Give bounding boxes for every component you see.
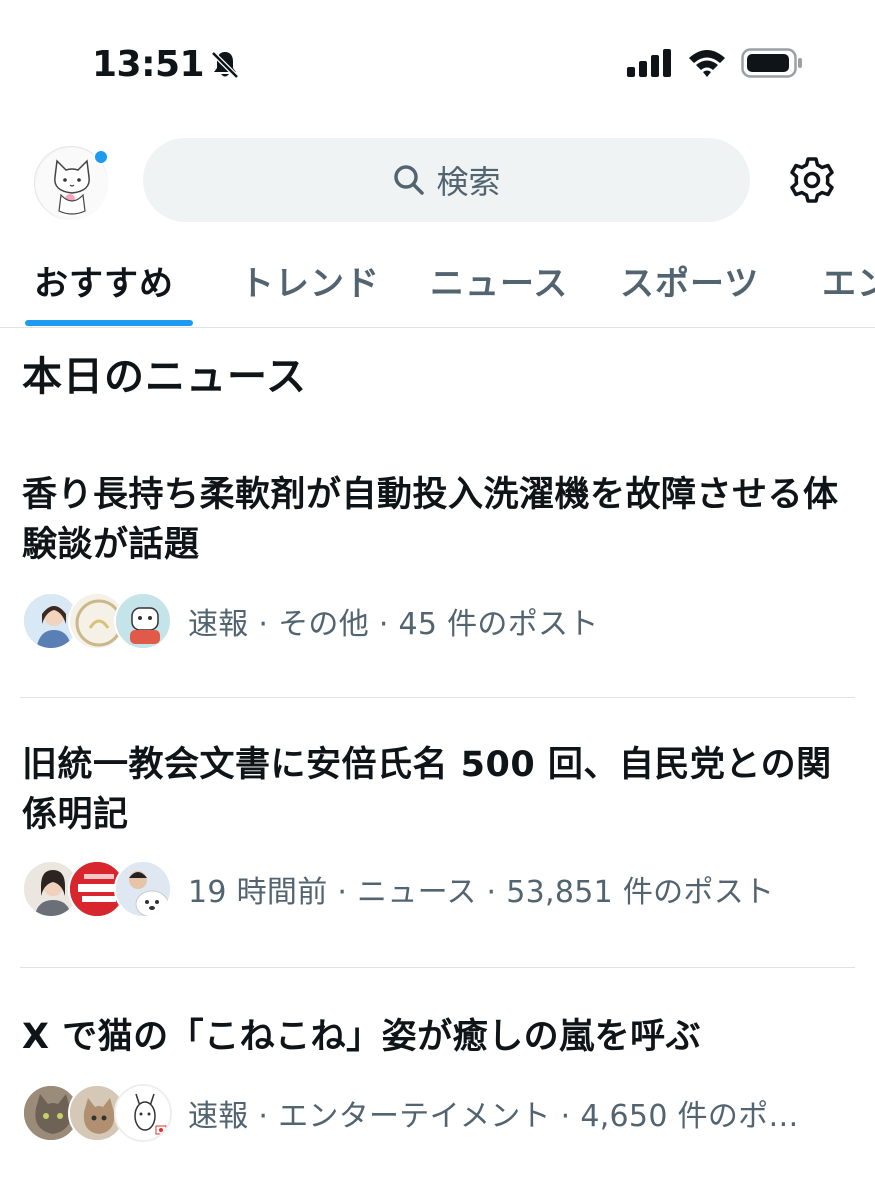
news-headline[interactable]: 旧統一教会文書に安倍氏名 500 回、自民党との関係明記	[22, 740, 852, 840]
news-meta-text: 速報 · エンターテイメント · 4,650 件のポ…	[188, 1099, 799, 1134]
news-meta: 速報 · エンターテイメント · 4,650 件のポ…	[22, 1082, 799, 1144]
explore-tabs: おすすめ トレンド ニュース スポーツ エン	[0, 248, 875, 328]
person-dog-avatar-icon	[116, 862, 170, 916]
poster-avatar	[114, 592, 172, 650]
news-item[interactable]: X で猫の「こねこね」姿が癒しの嵐を呼ぶ 速報 · エンターテイメント · 4,…	[0, 1012, 875, 1162]
search-placeholder: 検索	[436, 163, 501, 201]
tab-news[interactable]: ニュース	[430, 256, 568, 305]
news-headline[interactable]: X で猫の「こねこね」姿が癒しの嵐を呼ぶ	[22, 1012, 852, 1062]
status-bar: 13:51	[0, 0, 875, 130]
poster-avatar	[114, 860, 172, 918]
news-meta: 19 時間前 · ニュース · 53,851 件のポスト	[22, 858, 774, 920]
news-meta-text: 19 時間前 · ニュース · 53,851 件のポスト	[188, 875, 775, 910]
profile-avatar[interactable]	[34, 146, 109, 220]
top-header: 検索	[0, 130, 875, 230]
news-item[interactable]: 香り長持ち柔軟剤が自動投入洗濯機を故障させる体験談が話題 速報 · その他 · …	[0, 470, 875, 698]
divider	[20, 697, 855, 698]
mute-bell-icon	[211, 50, 239, 79]
news-meta-text: 速報 · その他 · 45 件のポスト	[188, 607, 599, 642]
tab-trending[interactable]: トレンド	[240, 256, 380, 305]
active-tab-indicator	[25, 320, 193, 326]
notification-dot	[93, 149, 109, 165]
search-bar[interactable]: 検索	[143, 138, 750, 222]
tab-sports[interactable]: スポーツ	[620, 256, 759, 305]
poster-avatars	[22, 858, 182, 920]
news-headline[interactable]: 香り長持ち柔軟剤が自動投入洗濯機を故障させる体験談が話題	[22, 470, 852, 570]
search-icon	[394, 165, 425, 195]
section-title: 本日のニュース	[22, 354, 307, 400]
divider	[20, 967, 855, 968]
battery-icon	[741, 48, 802, 78]
explore-page: 13:51 検索 おすすめ トレンド ニュース スポーツ エ 本日のニュース 香…	[0, 0, 875, 1200]
cellular-signal-icon	[627, 49, 671, 77]
news-item[interactable]: 旧統一教会文書に安倍氏名 500 回、自民党との関係明記 19 時間前 · ニュ…	[0, 740, 875, 968]
settings-gear-icon[interactable]	[788, 156, 836, 204]
news-meta: 速報 · その他 · 45 件のポスト	[22, 590, 599, 652]
poster-avatars	[22, 590, 182, 652]
poster-avatars	[22, 1082, 182, 1144]
goat-avatar-icon	[116, 1086, 170, 1140]
tab-entertainment[interactable]: エン	[822, 256, 875, 305]
cartoon-avatar-icon	[116, 594, 170, 648]
tab-recommended[interactable]: おすすめ	[34, 256, 174, 305]
status-icons	[627, 48, 803, 78]
time-label: 13:51	[92, 44, 205, 85]
poster-avatar	[114, 1084, 172, 1142]
wifi-icon	[689, 50, 725, 77]
status-time: 13:51	[92, 44, 240, 85]
